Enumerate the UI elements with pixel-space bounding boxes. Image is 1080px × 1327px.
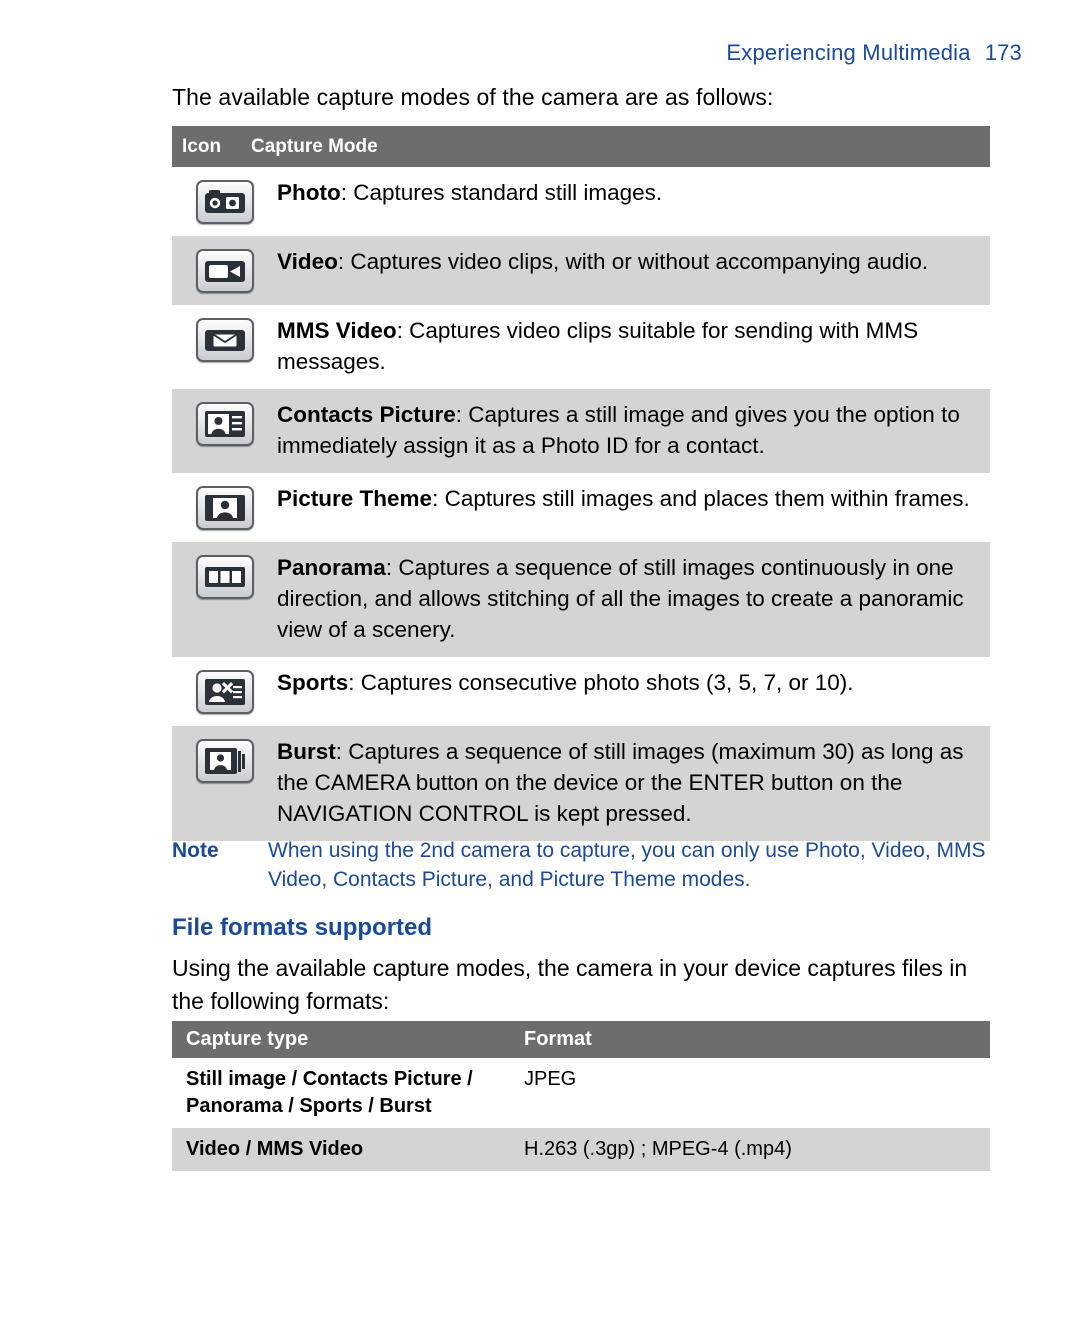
- capture-modes-table: Icon Capture Mode Photo: Captures standa…: [172, 126, 990, 841]
- table-cell-description: Contacts Picture: Captures a still image…: [277, 399, 990, 461]
- mms-video-icon: [195, 318, 254, 362]
- mode-term: Panorama: [277, 555, 386, 580]
- mode-term: MMS Video: [277, 318, 397, 343]
- capture-modes-table-header: Icon Capture Mode: [172, 126, 990, 167]
- table-row: Still image / Contacts Picture / Panoram…: [172, 1058, 990, 1128]
- table-cell-capture-type: Still image / Contacts Picture / Panoram…: [186, 1068, 473, 1117]
- header-chapter-title: Experiencing Multimedia: [726, 40, 971, 65]
- table-row: Contacts Picture: Captures a still image…: [172, 389, 990, 473]
- table-cell-description: Photo: Captures standard still images.: [277, 177, 990, 208]
- table-cell-description: Burst: Captures a sequence of still imag…: [277, 736, 990, 829]
- sports-icon: [195, 670, 254, 714]
- panorama-icon: [195, 555, 254, 599]
- note-label: Note: [172, 839, 219, 862]
- section-paragraph: Using the available capture modes, the c…: [172, 955, 968, 1014]
- video-camera-icon: [195, 249, 254, 293]
- mode-term: Picture Theme: [277, 486, 433, 511]
- mode-term: Sports: [277, 670, 349, 695]
- table-cell-icon: [172, 483, 277, 530]
- note-text: When using the 2nd camera to capture, yo…: [268, 839, 986, 891]
- table-cell-icon: [172, 177, 277, 224]
- table-row: Video: Captures video clips, with or wit…: [172, 236, 990, 305]
- table-row: Burst: Captures a sequence of still imag…: [172, 726, 990, 841]
- mode-description: : Captures a sequence of still images (m…: [277, 739, 964, 826]
- picture-theme-icon: [195, 486, 254, 530]
- column-header-capture-mode: Capture Mode: [251, 135, 378, 157]
- contacts-picture-icon: [195, 402, 254, 446]
- section-heading-file-formats: File formats supported: [172, 914, 433, 941]
- mode-description: : Captures standard still images.: [340, 180, 663, 205]
- table-cell-icon: [172, 399, 277, 446]
- table-cell-capture-type: Video / MMS Video: [186, 1138, 364, 1160]
- column-header-capture-type: Capture type: [186, 1028, 309, 1050]
- mode-description: : Captures still images and places them …: [432, 486, 970, 511]
- column-header-format: Format: [524, 1028, 592, 1050]
- table-row: Photo: Captures standard still images.: [172, 167, 990, 236]
- table-cell-icon: [172, 736, 277, 783]
- intro-text: The available capture modes of the camer…: [172, 84, 774, 110]
- table-row: Picture Theme: Captures still images and…: [172, 473, 990, 542]
- header-page-number: 173: [984, 40, 1022, 65]
- table-cell-format: JPEG: [524, 1068, 577, 1090]
- mode-term: Video: [277, 249, 338, 274]
- document-page: Experiencing Multimedia 173 The available…: [0, 0, 1080, 1327]
- mode-description: : Captures consecutive photo shots (3, 5…: [348, 670, 854, 695]
- file-formats-table: Capture type Format Still image / Contac…: [172, 1021, 990, 1171]
- table-cell-description: MMS Video: Captures video clips suitable…: [277, 315, 990, 377]
- table-cell-description: Panorama: Captures a sequence of still i…: [277, 552, 990, 645]
- mode-term: Photo: [277, 180, 341, 205]
- table-cell-description: Picture Theme: Captures still images and…: [277, 483, 990, 514]
- mode-description: : Captures video clips, with or without …: [337, 249, 929, 274]
- table-cell-description: Video: Captures video clips, with or wit…: [277, 246, 990, 277]
- table-cell-format: H.263 (.3gp) ; MPEG-4 (.mp4): [524, 1138, 792, 1160]
- table-cell-description: Sports: Captures consecutive photo shots…: [277, 667, 990, 698]
- mode-term: Contacts Picture: [277, 402, 456, 427]
- photo-camera-icon: [195, 180, 254, 224]
- table-row: Panorama: Captures a sequence of still i…: [172, 542, 990, 657]
- table-row: Sports: Captures consecutive photo shots…: [172, 657, 990, 726]
- mode-term: Burst: [277, 739, 336, 764]
- page-header: Experiencing Multimedia 173: [726, 40, 1022, 66]
- table-cell-icon: [172, 315, 277, 362]
- table-row: MMS Video: Captures video clips suitable…: [172, 305, 990, 389]
- table-cell-icon: [172, 667, 277, 714]
- table-cell-icon: [172, 246, 277, 293]
- table-row: Video / MMS Video H.263 (.3gp) ; MPEG-4 …: [172, 1128, 990, 1171]
- column-header-icon: Icon: [182, 135, 222, 157]
- note-block: Note When using the 2nd camera to captur…: [172, 836, 992, 894]
- burst-icon: [195, 739, 254, 783]
- table-cell-icon: [172, 552, 277, 599]
- file-formats-table-header: Capture type Format: [172, 1021, 990, 1058]
